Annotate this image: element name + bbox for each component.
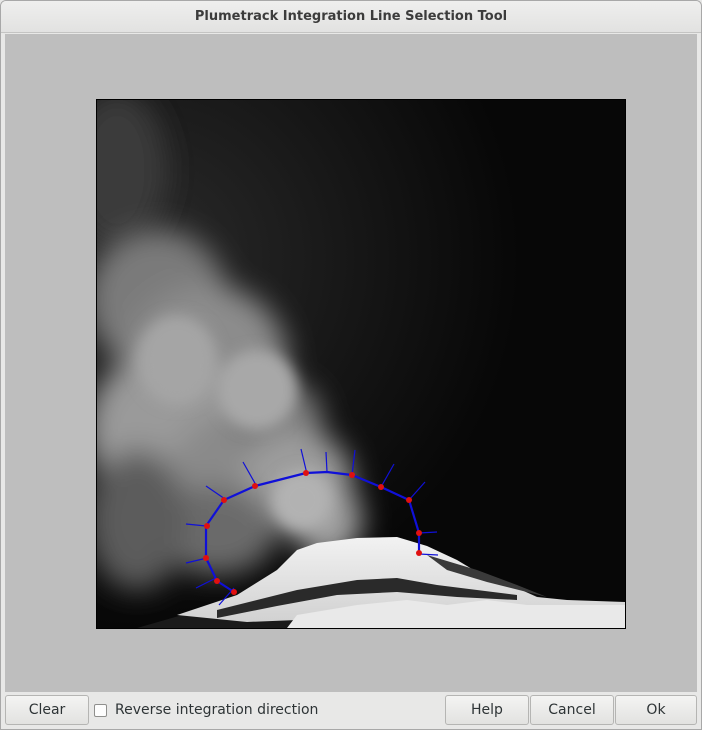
- ok-button-label: Ok: [646, 702, 666, 718]
- ok-button[interactable]: Ok: [615, 695, 697, 725]
- button-bar: Clear Reverse integration direction Help…: [1, 693, 701, 729]
- cancel-button-label: Cancel: [548, 702, 596, 718]
- window-title: Plumetrack Integration Line Selection To…: [194, 9, 508, 24]
- drawing-canvas[interactable]: [5, 34, 697, 692]
- integration-line-overlay[interactable]: [97, 100, 625, 628]
- help-button[interactable]: Help: [445, 695, 529, 725]
- plume-image[interactable]: [96, 99, 626, 629]
- cancel-button[interactable]: Cancel: [530, 695, 614, 725]
- help-button-label: Help: [471, 702, 503, 718]
- title-bar[interactable]: Plumetrack Integration Line Selection To…: [1, 1, 701, 33]
- checkbox-icon[interactable]: [94, 703, 107, 717]
- integration-points[interactable]: [203, 470, 422, 595]
- clear-button-label: Clear: [28, 702, 66, 718]
- clear-button[interactable]: Clear: [5, 695, 89, 725]
- reverse-direction-checkbox[interactable]: Reverse integration direction: [94, 695, 318, 725]
- integration-line[interactable]: [204, 470, 421, 593]
- reverse-direction-label: Reverse integration direction: [115, 702, 319, 718]
- plumetrack-window: Plumetrack Integration Line Selection To…: [0, 0, 702, 730]
